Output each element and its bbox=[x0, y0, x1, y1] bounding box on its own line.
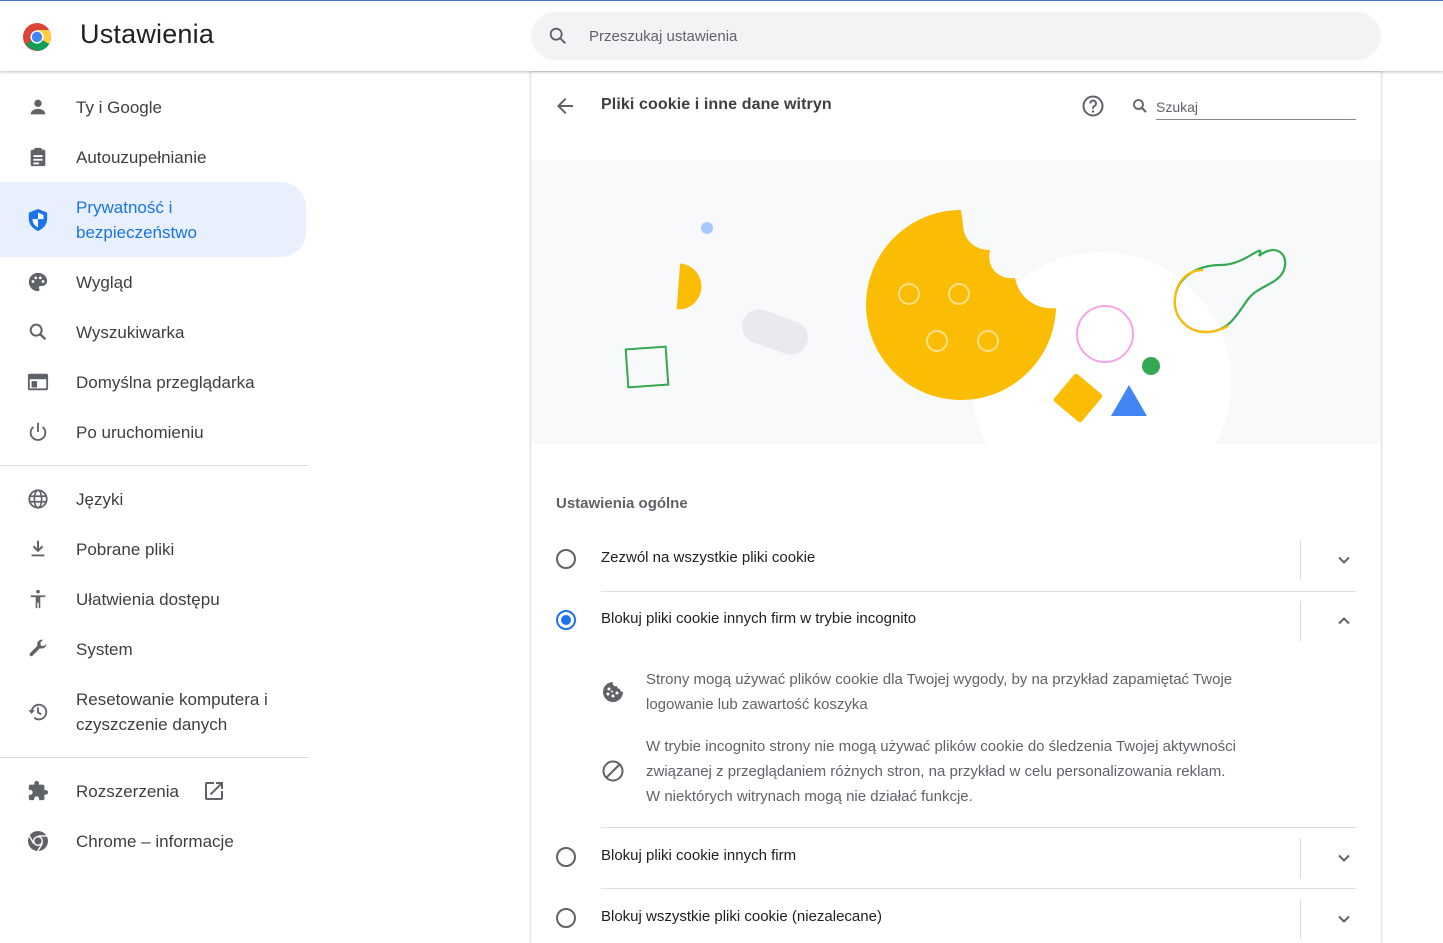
option-label: Blokuj wszystkie pliki cookie (niezaleca… bbox=[601, 908, 882, 925]
cookie-icon bbox=[603, 682, 623, 702]
detail-text-line: W trybie incognito strony nie mogą używa… bbox=[646, 738, 1237, 755]
sidebar-divider bbox=[0, 465, 309, 466]
option-divider bbox=[1300, 838, 1301, 878]
puzzle-icon bbox=[26, 779, 50, 803]
option-label: Blokuj pliki cookie innych firm bbox=[601, 847, 797, 864]
chevron-down-icon[interactable] bbox=[1332, 846, 1356, 870]
sidebar-item-label: Języki bbox=[76, 489, 124, 509]
sidebar-item-search-engine[interactable]: Wyszukiwarka bbox=[0, 307, 306, 357]
globe-icon bbox=[26, 487, 50, 511]
sidebar-item-label: Rozszerzenia bbox=[76, 781, 179, 801]
cookie-option-block-all: Blokuj wszystkie pliki cookie (niezaleca… bbox=[556, 889, 1356, 943]
sidebar-item-label: Pobrane pliki bbox=[76, 539, 175, 559]
option-divider bbox=[1300, 601, 1301, 641]
person-icon bbox=[26, 95, 50, 119]
option-detail-2: W trybie incognito strony nie mogą używa… bbox=[601, 734, 1321, 809]
radio-allow-all[interactable] bbox=[556, 549, 576, 569]
chevron-down-icon[interactable] bbox=[1332, 548, 1356, 572]
site-search-input[interactable] bbox=[1156, 94, 1356, 120]
sidebar-item-label: Wyszukiwarka bbox=[76, 322, 185, 342]
sidebar-item-autofill[interactable]: Autouzupełnianie bbox=[0, 132, 306, 182]
browser-window-icon bbox=[26, 370, 50, 394]
sidebar-item-label: Domyślna przeglądarka bbox=[76, 372, 255, 392]
wrench-icon bbox=[26, 637, 50, 661]
sidebar-item-label: Autouzupełnianie bbox=[76, 147, 207, 167]
cookie-option-block-third-party: Blokuj pliki cookie innych firm bbox=[556, 828, 1356, 888]
cookies-settings-card: Pliki cookie i inne dane witryn Szukaj U… bbox=[531, 72, 1381, 943]
option-label: Zezwól na wszystkie pliki cookie bbox=[601, 549, 816, 566]
sidebar-item-label: Ty i Google bbox=[76, 97, 162, 117]
sidebar-item-label: Chrome – informacje bbox=[76, 831, 234, 851]
sidebar-item-languages[interactable]: Języki bbox=[0, 474, 306, 524]
card-header: Pliki cookie i inne dane witryn bbox=[531, 72, 1381, 160]
option-label: Blokuj pliki cookie innych firm w trybie… bbox=[601, 610, 917, 627]
restore-icon bbox=[26, 700, 50, 724]
radio-block-third-party-incognito[interactable] bbox=[556, 610, 576, 630]
chevron-down-icon[interactable] bbox=[1332, 907, 1356, 931]
settings-search-input[interactable] bbox=[589, 22, 1349, 50]
power-icon bbox=[26, 420, 50, 444]
detail-text-line: W niektórych witrynach mogą nie działać … bbox=[646, 788, 973, 805]
chrome-icon bbox=[26, 829, 50, 853]
back-arrow-icon[interactable] bbox=[553, 94, 577, 118]
sidebar: Ty i Google Autouzupełnianie Prywatność … bbox=[0, 72, 310, 866]
sidebar-divider bbox=[0, 757, 309, 758]
accessibility-icon bbox=[26, 587, 50, 611]
detail-text-line: Strony mogą używać plików cookie dla Two… bbox=[646, 671, 1233, 688]
detail-text-line: logowanie lub zawartość koszyka bbox=[646, 696, 868, 713]
app-title: Ustawienia bbox=[80, 19, 215, 49]
sidebar-item-on-startup[interactable]: Po uruchomieniu bbox=[0, 407, 306, 457]
cookie-illustration bbox=[531, 160, 1381, 444]
sidebar-item-you-and-google[interactable]: Ty i Google bbox=[0, 82, 306, 132]
sidebar-item-reset-cleanup[interactable]: Resetowanie komputera i czyszczenie dany… bbox=[0, 674, 306, 749]
cookie-option-block-incognito: Blokuj pliki cookie innych firm w trybie… bbox=[556, 591, 1356, 651]
sidebar-item-label: Wygląd bbox=[76, 272, 133, 292]
cookie-option-allow-all: Zezwól na wszystkie pliki cookie bbox=[556, 530, 1356, 590]
radio-block-all[interactable] bbox=[556, 908, 576, 928]
sidebar-item-label: Resetowanie komputera i czyszczenie dany… bbox=[76, 689, 268, 734]
site-search-box[interactable] bbox=[1131, 92, 1357, 122]
section-title: Ustawienia ogólne bbox=[556, 495, 688, 512]
shield-icon bbox=[26, 208, 50, 232]
open-in-new-icon bbox=[202, 779, 226, 803]
top-bar: Ustawienia bbox=[0, 1, 1443, 71]
detail-text-line: związanej z przeglądaniem różnych stron,… bbox=[646, 763, 1226, 780]
help-icon[interactable] bbox=[1081, 94, 1105, 118]
sidebar-item-system[interactable]: System bbox=[0, 624, 306, 674]
search-icon bbox=[549, 27, 567, 45]
chrome-logo-icon bbox=[23, 23, 51, 51]
sidebar-item-appearance[interactable]: Wygląd bbox=[0, 257, 306, 307]
option-divider bbox=[1300, 899, 1301, 939]
page-title: Pliki cookie i inne dane witryn bbox=[601, 96, 832, 113]
sidebar-item-label: System bbox=[76, 639, 133, 659]
sidebar-item-label: Po uruchomieniu bbox=[76, 422, 204, 442]
palette-icon bbox=[26, 270, 50, 294]
radio-block-third-party[interactable] bbox=[556, 847, 576, 867]
sidebar-item-label: Prywatność i bezpieczeństwo bbox=[76, 197, 197, 242]
chevron-up-icon[interactable] bbox=[1332, 609, 1356, 633]
sidebar-item-downloads[interactable]: Pobrane pliki bbox=[0, 524, 306, 574]
sidebar-item-extensions[interactable]: Rozszerzenia bbox=[0, 766, 306, 816]
search-icon bbox=[26, 320, 50, 344]
option-detail-1: Strony mogą używać plików cookie dla Two… bbox=[601, 667, 1321, 717]
sidebar-item-default-browser[interactable]: Domyślna przeglądarka bbox=[0, 357, 306, 407]
search-icon bbox=[1133, 99, 1147, 113]
settings-search-box[interactable] bbox=[531, 12, 1381, 60]
sidebar-item-about-chrome[interactable]: Chrome – informacje bbox=[0, 816, 306, 866]
sidebar-item-privacy-security[interactable]: Prywatność i bezpieczeństwo bbox=[0, 182, 306, 257]
clipboard-icon bbox=[26, 145, 50, 169]
option-divider bbox=[1300, 540, 1301, 580]
download-icon bbox=[26, 537, 50, 561]
block-icon bbox=[602, 760, 624, 782]
sidebar-item-label: Ułatwienia dostępu bbox=[76, 589, 220, 609]
sidebar-item-accessibility[interactable]: Ułatwienia dostępu bbox=[0, 574, 306, 624]
